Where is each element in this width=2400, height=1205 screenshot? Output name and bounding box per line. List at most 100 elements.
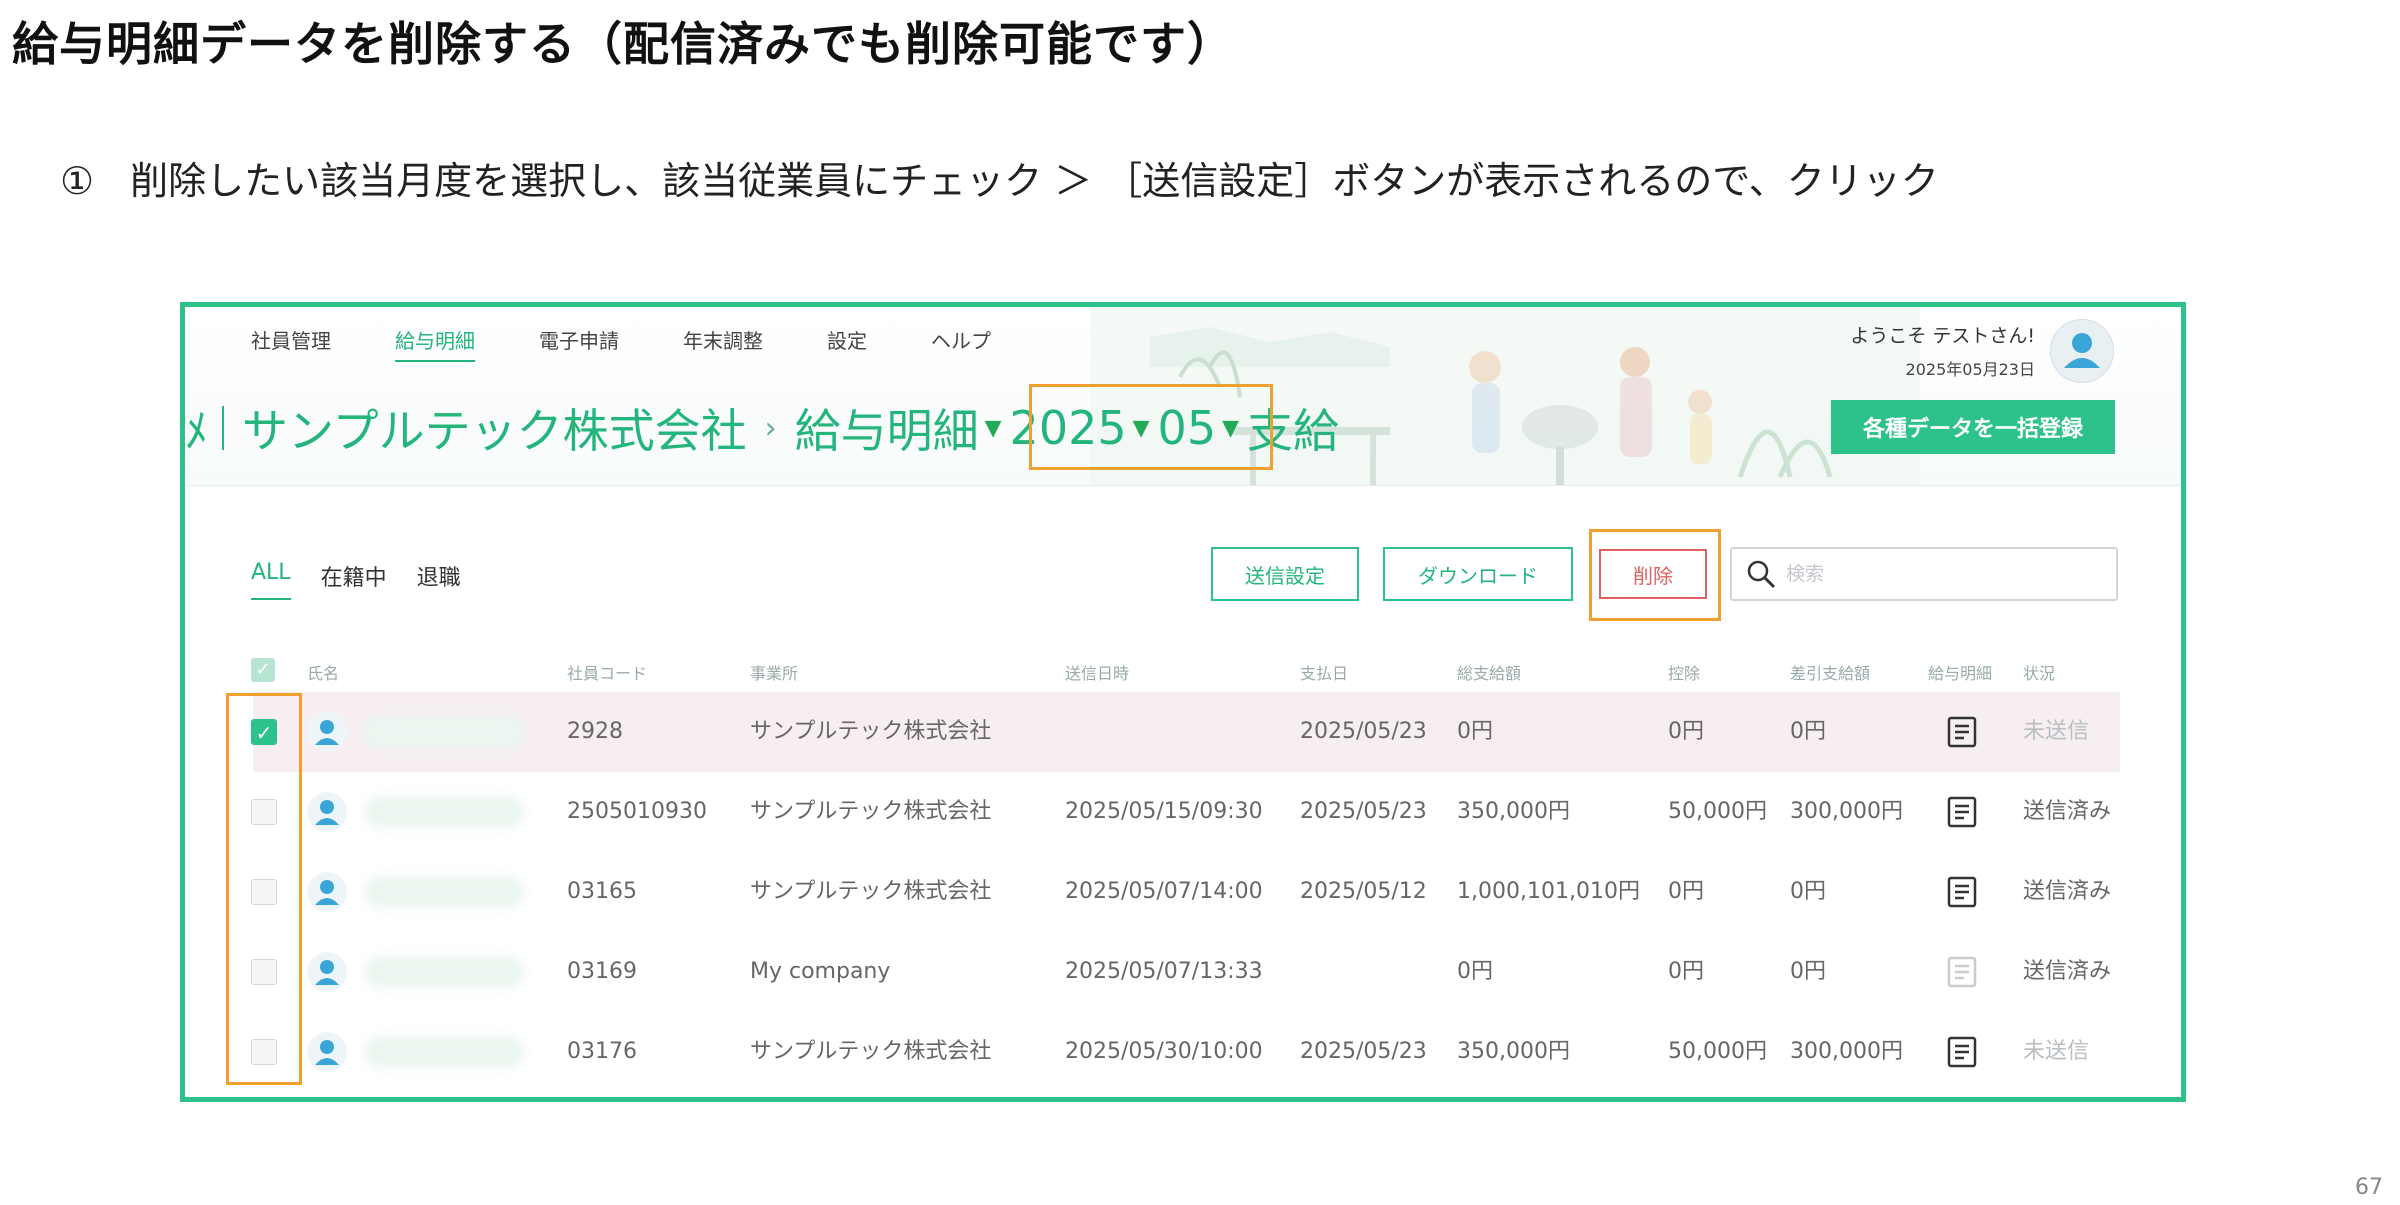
table-header: ✓ 氏名 社員コード 事業所 送信日時 支払日 総支給額 控除 差引支給額 給与… [185,650,2181,690]
payslip-document-icon[interactable] [1947,1036,1977,1068]
user-icon [315,960,339,985]
office: My company [750,959,891,984]
net-pay: 300,000円 [1790,1039,1903,1064]
payslip-document-icon[interactable] [1947,956,1977,988]
section-dropdown-icon[interactable]: ▼ [985,416,1002,441]
nav-help[interactable]: ヘルプ [931,325,991,362]
send-status: 未送信 [2023,719,2090,744]
page-number: 67 [2355,1175,2383,1200]
nav-settings[interactable]: 設定 [827,325,867,362]
delete-highlight-box [1589,529,1721,621]
welcome-block: ようこそ テストさん! 2025年05月23日 [1825,321,2035,380]
select-all-checkbox[interactable]: ✓ [251,658,275,682]
filter-retired[interactable]: 退職 [417,560,461,600]
row-highlight [253,692,2120,772]
send-status: 未送信 [2023,1039,2090,1064]
slide-title: 給与明細データを削除する（配信済みでも削除可能です） [12,17,1234,71]
table-row[interactable]: 03165 サンプルテック株式会社 2025/05/07/14:00 2025/… [185,852,2181,932]
nav-payslip[interactable]: 給与明細 [395,325,475,362]
col-name[interactable]: 氏名 [307,660,339,684]
employee-code: 03169 [567,959,637,984]
user-icon [315,800,339,825]
payslip-document-icon[interactable] [1947,876,1977,908]
employee-filter-tabs: ALL 在籍中 退職 [251,560,491,600]
office: サンプルテック株式会社 [750,799,992,824]
employee-code: 2928 [567,719,623,744]
col-payslip[interactable]: 給与明細 [1928,660,1992,684]
filter-all[interactable]: ALL [251,560,291,600]
user-icon [315,720,339,745]
col-pay-date[interactable]: 支払日 [1300,660,1348,684]
user-icon [315,880,339,905]
instruction-text: ① 削除したい該当月度を選択し、該当従業員にチェック ＞ ［送信設定］ボタンが表示… [60,150,1939,205]
employee-name-redacted [365,956,525,988]
breadcrumb-company[interactable]: サンプルテック株式会社 [242,395,747,461]
current-date: 2025年05月23日 [1905,360,2035,379]
employee-name-redacted [365,716,525,748]
col-gross-pay[interactable]: 総支給額 [1457,660,1521,684]
net-pay: 0円 [1790,719,1826,744]
checkbox-highlight-box [226,693,302,1085]
sent-at: 2025/05/07/14:00 [1065,879,1263,904]
nav-e-application[interactable]: 電子申請 [539,325,619,362]
table-row[interactable]: 03169 My company 2025/05/07/13:33 0円 0円 … [185,932,2181,1012]
step-number: ① [60,159,95,203]
sent-at: 2025/05/07/13:33 [1065,959,1263,984]
employee-code: 03165 [567,879,637,904]
gross-pay: 350,000円 [1457,799,1570,824]
top-navigation: 社員管理 給与明細 電子申請 年末調整 設定 ヘルプ [251,325,1055,362]
employee-avatar [307,952,347,992]
download-button[interactable]: ダウンロード [1383,547,1573,601]
deductions: 0円 [1668,879,1704,904]
sent-at: 2025/05/30/10:00 [1065,1039,1263,1064]
col-employee-code[interactable]: 社員コード [567,660,647,684]
col-office[interactable]: 事業所 [750,660,798,684]
table-row[interactable]: ✓ 2928 サンプルテック株式会社 2025/05/23 0円 0円 0円 未… [185,692,2181,772]
col-status[interactable]: 状況 [2023,660,2055,684]
send-status: 送信済み [2023,799,2112,824]
net-pay: 0円 [1790,959,1826,984]
breadcrumb-section[interactable]: 給与明細 [795,395,979,461]
sent-at: 2025/05/15/09:30 [1065,799,1263,824]
col-net-pay[interactable]: 差引支給額 [1790,660,1870,684]
app-screenshot: 社員管理 給与明細 電子申請 年末調整 設定 ヘルプ ようこそ テストさん! 2… [180,302,2186,1102]
employee-avatar [307,872,347,912]
employee-code: 03176 [567,1039,637,1064]
send-status: 送信済み [2023,959,2112,984]
user-avatar[interactable] [2050,319,2114,383]
nav-employee-management[interactable]: 社員管理 [251,325,331,362]
office: サンプルテック株式会社 [750,719,992,744]
gross-pay: 1,000,101,010円 [1457,879,1640,904]
employee-name-redacted [365,876,525,908]
search-input[interactable] [1784,562,2088,586]
payslip-document-icon[interactable] [1947,716,1977,748]
welcome-text: ようこそ テストさん! [1850,325,2035,347]
gross-pay: 350,000円 [1457,1039,1570,1064]
bulk-register-button[interactable]: 各種データを一括登録 [1831,400,2115,454]
employee-avatar [307,1032,347,1072]
net-pay: 300,000円 [1790,799,1903,824]
search-box [1730,547,2118,601]
col-deductions[interactable]: 控除 [1668,660,1700,684]
table-row[interactable]: 2505010930 サンプルテック株式会社 2025/05/15/09:30 … [185,772,2181,852]
employee-avatar [307,712,347,752]
deductions: 0円 [1668,719,1704,744]
search-icon [1747,560,1776,589]
col-sent-at[interactable]: 送信日時 [1065,660,1129,684]
employee-name-redacted [365,796,525,828]
deductions: 0円 [1668,959,1704,984]
pay-date: 2025/05/12 [1300,879,1427,904]
pay-date: 2025/05/23 [1300,719,1427,744]
breadcrumb-divider [222,406,224,450]
send-status: 送信済み [2023,879,2112,904]
employee-name-redacted [365,1036,525,1068]
period-highlight-box [1029,384,1273,470]
table-row[interactable]: 03176 サンプルテック株式会社 2025/05/30/10:00 2025/… [185,1012,2181,1092]
employee-avatar [307,792,347,832]
payslip-document-icon[interactable] [1947,796,1977,828]
send-settings-button[interactable]: 送信設定 [1211,547,1359,601]
employee-code: 2505010930 [567,799,707,824]
filter-active[interactable]: 在籍中 [321,560,387,600]
nav-year-end-adjustment[interactable]: 年末調整 [683,325,763,362]
breadcrumb-chevron-icon: › [764,410,777,446]
